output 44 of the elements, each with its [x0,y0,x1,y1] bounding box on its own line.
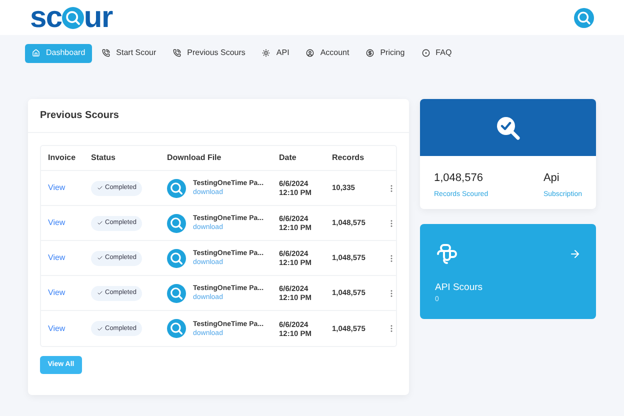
user-icon [306,49,314,57]
nav-tab[interactable]: FAQ [414,44,459,62]
view-link[interactable]: View [48,182,91,194]
nav-tab[interactable]: Previous Scours [166,44,252,62]
arrow-right-icon [569,248,581,260]
logo-lens-icon [62,6,84,28]
view-link[interactable]: View [48,287,91,299]
column-header: Date [279,152,298,164]
stat-value: 1,048,576 [434,171,484,186]
stat-value: Api [543,171,560,186]
search-icon [574,8,594,28]
api-card-title: API Scours [435,281,484,295]
phone-icon [173,49,182,57]
view-link[interactable]: View [48,322,91,334]
phone-icon [102,49,110,57]
file-search-icon [167,319,186,338]
check-icon [97,255,103,261]
nav-tab[interactable]: API [255,44,296,62]
file-search-icon [167,214,186,232]
nav-tab[interactable]: Start Scour [95,44,164,62]
check-icon [97,185,103,191]
column-header: Download File [167,152,222,164]
file-search-icon [167,284,186,302]
home-icon [32,49,40,57]
card-title: Previous Scours [40,109,119,123]
nav-tab[interactable]: Pricing [359,44,412,62]
logo-text: sc [30,2,62,32]
link-knot-icon [435,242,459,266]
check-icon [97,326,103,332]
view-link[interactable]: View [48,217,91,229]
file-search-icon [167,178,186,198]
column-header: Invoice [48,152,77,164]
column-header: Records [332,152,366,164]
search-check-icon [495,114,521,140]
view-link[interactable]: View [48,252,91,264]
logo-text: ur [84,2,112,32]
check-icon [97,220,103,226]
nav-tab[interactable]: Dashboard [25,44,92,62]
file-search-icon [167,248,186,268]
search-button[interactable] [574,8,594,28]
check-icon [97,290,103,296]
column-header: Status [91,152,116,164]
dollar-icon [366,49,374,57]
nav-tab[interactable]: Account [299,44,356,62]
